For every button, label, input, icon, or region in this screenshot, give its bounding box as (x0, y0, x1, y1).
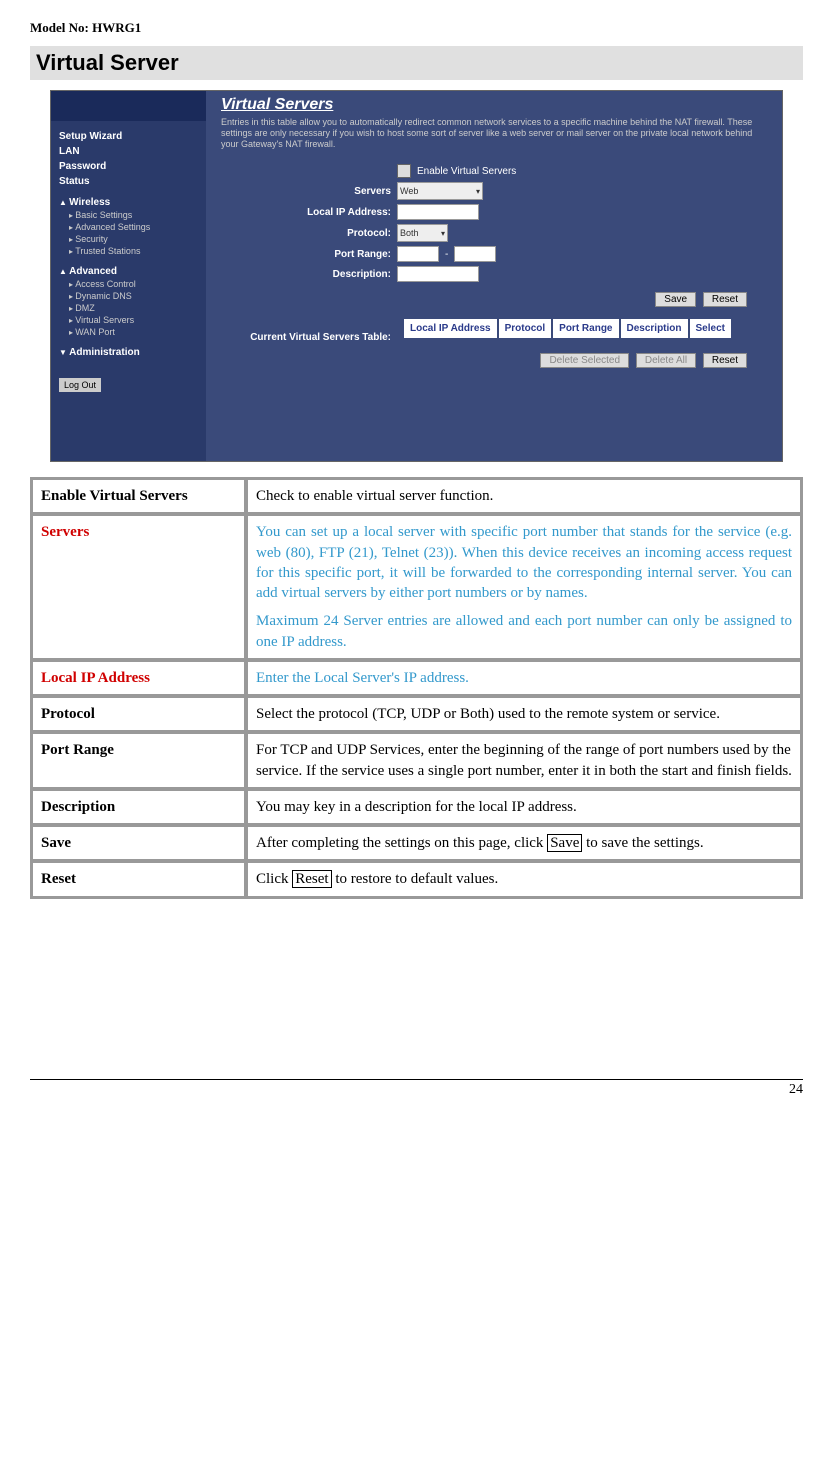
local-ip-label: Local IP Address: (221, 207, 391, 218)
panel-heading: Virtual Servers (221, 96, 767, 114)
protocol-label: Protocol: (221, 228, 391, 239)
enable-label: Enable Virtual Servers (417, 166, 516, 177)
port-start-input[interactable] (397, 246, 439, 262)
nav-basic-settings[interactable]: Basic Settings (69, 210, 198, 220)
row-text: Click Reset to restore to default values… (247, 862, 801, 896)
nav-setup-wizard[interactable]: Setup Wizard (59, 131, 198, 142)
table-row: Port Range For TCP and UDP Services, ent… (32, 733, 801, 788)
section-title: Virtual Server (30, 46, 803, 80)
nav-dmz[interactable]: DMZ (69, 303, 198, 313)
row-label: Servers (32, 515, 245, 659)
row-text: After completing the settings on this pa… (247, 826, 801, 860)
port-dash: - (445, 249, 448, 260)
nav-access-control[interactable]: Access Control (69, 279, 198, 289)
servers-select[interactable]: Web (397, 182, 483, 200)
row-text: Select the protocol (TCP, UDP or Both) u… (247, 697, 801, 731)
row-label: Reset (32, 862, 245, 896)
nav-dynamic-dns[interactable]: Dynamic DNS (69, 291, 198, 301)
virtual-servers-table: Local IP Address Protocol Port Range Des… (402, 317, 733, 340)
save-button[interactable]: Save (655, 292, 696, 307)
delete-selected-button[interactable]: Delete Selected (540, 353, 629, 368)
row-text: You can set up a local server with speci… (247, 515, 801, 659)
page-number: 24 (789, 1082, 803, 1097)
row-label: Port Range (32, 733, 245, 788)
th-local-ip: Local IP Address (403, 318, 498, 339)
description-label: Description: (221, 269, 391, 280)
table-row: Save After completing the settings on th… (32, 826, 801, 860)
page-footer: 24 (30, 1079, 803, 1098)
row-label: Enable Virtual Servers (32, 479, 245, 513)
model-number: Model No: HWRG1 (30, 20, 803, 36)
table-row: Description You may key in a description… (32, 790, 801, 824)
boxed-save: Save (547, 834, 582, 852)
table-row: Protocol Select the protocol (TCP, UDP o… (32, 697, 801, 731)
reset-button-2[interactable]: Reset (703, 353, 747, 368)
nav-wan-port[interactable]: WAN Port (69, 327, 198, 337)
panel-description: Entries in this table allow you to autom… (221, 117, 767, 149)
nav-security[interactable]: Security (69, 234, 198, 244)
protocol-select[interactable]: Both (397, 224, 448, 242)
router-ui-screenshot: Setup Wizard LAN Password Status Wireles… (50, 90, 783, 462)
table-row: Servers You can set up a local server wi… (32, 515, 801, 659)
main-panel: Virtual Servers Entries in this table al… (206, 91, 782, 461)
delete-all-button[interactable]: Delete All (636, 353, 696, 368)
table-row: Local IP Address Enter the Local Server'… (32, 661, 801, 695)
nav-advanced-group[interactable]: Advanced (59, 266, 198, 277)
description-table: Enable Virtual Servers Check to enable v… (30, 477, 803, 899)
row-label: Description (32, 790, 245, 824)
boxed-reset: Reset (292, 870, 331, 888)
nav-password[interactable]: Password (59, 161, 198, 172)
row-text: Check to enable virtual server function. (247, 479, 801, 513)
table-row: Reset Click Reset to restore to default … (32, 862, 801, 896)
row-label: Local IP Address (32, 661, 245, 695)
table-row: Enable Virtual Servers Check to enable v… (32, 479, 801, 513)
row-text: Enter the Local Server's IP address. (247, 661, 801, 695)
row-text: For TCP and UDP Services, enter the begi… (247, 733, 801, 788)
description-input[interactable] (397, 266, 479, 282)
row-label: Protocol (32, 697, 245, 731)
enable-checkbox[interactable] (397, 164, 411, 178)
row-label: Save (32, 826, 245, 860)
logo-area (51, 91, 206, 121)
servers-label: Servers (221, 186, 391, 197)
th-port-range: Port Range (552, 318, 619, 339)
sidebar: Setup Wizard LAN Password Status Wireles… (51, 91, 206, 461)
nav-virtual-servers[interactable]: Virtual Servers (69, 315, 198, 325)
row-text: You may key in a description for the loc… (247, 790, 801, 824)
th-description: Description (620, 318, 689, 339)
port-end-input[interactable] (454, 246, 496, 262)
nav-advanced-settings[interactable]: Advanced Settings (69, 222, 198, 232)
nav-status[interactable]: Status (59, 176, 198, 187)
th-select: Select (689, 318, 732, 339)
nav-wireless-group[interactable]: Wireless (59, 197, 198, 208)
th-protocol: Protocol (498, 318, 553, 339)
port-range-label: Port Range: (221, 249, 391, 260)
logout-button[interactable]: Log Out (59, 378, 101, 392)
nav-lan[interactable]: LAN (59, 146, 198, 157)
reset-button[interactable]: Reset (703, 292, 747, 307)
nav-trusted-stations[interactable]: Trusted Stations (69, 246, 198, 256)
local-ip-input[interactable] (397, 204, 479, 220)
table-label: Current Virtual Servers Table: (221, 317, 391, 343)
nav-administration-group[interactable]: Administration (59, 347, 198, 358)
